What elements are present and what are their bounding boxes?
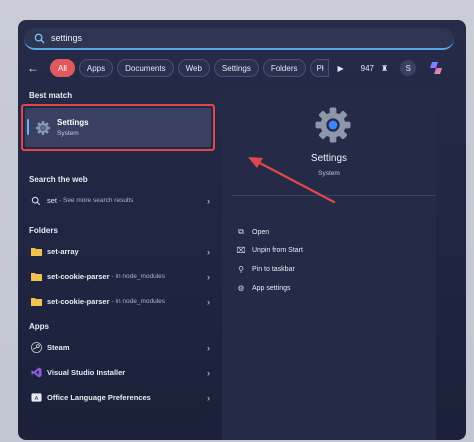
folder-icon — [30, 296, 42, 308]
search-web-heading: Search the web — [29, 175, 88, 184]
search-input[interactable] — [51, 33, 431, 43]
best-match-heading: Best match — [29, 91, 73, 100]
filter-folders[interactable]: Folders — [262, 59, 306, 77]
best-match-sub: System — [57, 130, 79, 137]
copilot-icon[interactable] — [428, 59, 446, 77]
filter-bar: ← All Apps Documents Web Settings Folder… — [24, 58, 456, 78]
open-external-icon: ⧉ — [238, 227, 244, 236]
folders-heading: Folders — [29, 226, 58, 235]
svg-text:A: A — [34, 396, 38, 402]
action-label: App settings — [252, 284, 291, 292]
app-name: Visual Studio Installer — [47, 368, 126, 377]
selection-indicator — [27, 119, 29, 135]
best-match-highlight: Settings System — [21, 104, 215, 151]
action-unpin-from-start[interactable]: ⌧ Unpin from Start — [236, 243, 303, 257]
filter-apps[interactable]: Apps — [78, 59, 114, 77]
chevron-right-icon: › — [207, 271, 210, 282]
visual-studio-icon — [30, 367, 42, 379]
folder-name: set-array — [47, 247, 79, 256]
filter-web[interactable]: Web — [177, 59, 210, 77]
best-match-settings[interactable]: Settings System — [25, 108, 211, 147]
chevron-right-icon: › — [207, 296, 210, 307]
folder-name: set-cookie-parser — [47, 272, 110, 281]
folder-suffix: - in node_modules — [111, 298, 166, 305]
action-app-settings[interactable]: ⚙ App settings — [236, 281, 291, 295]
unpin-icon: ⌧ — [236, 245, 246, 255]
back-button[interactable]: ← — [24, 59, 42, 77]
settings-gear-icon — [315, 107, 351, 143]
action-label: Open — [252, 228, 270, 236]
search-box[interactable] — [24, 28, 454, 50]
folder-row[interactable]: set-cookie-parser - in node_modules › — [18, 289, 216, 314]
gear-icon: ⚙ — [237, 283, 245, 293]
web-term: set — [47, 196, 58, 205]
web-suffix: - See more search results — [59, 197, 134, 204]
search-icon — [30, 195, 42, 207]
search-icon — [34, 33, 45, 43]
folder-row[interactable]: set-cookie-parser - in node_modules › — [18, 264, 216, 289]
steam-icon — [30, 342, 42, 354]
app-name: Steam — [47, 343, 70, 352]
trophy-icon: ♜ — [380, 63, 389, 73]
web-search-row[interactable]: set - See more search results › — [18, 188, 216, 213]
app-name: Office Language Preferences — [47, 393, 151, 402]
app-row-steam[interactable]: Steam › — [18, 335, 216, 360]
filter-photos[interactable]: Pł — [309, 59, 329, 77]
apps-heading: Apps — [29, 322, 49, 331]
folder-row[interactable]: set-array › — [18, 239, 216, 264]
app-row-visual-studio-installer[interactable]: Visual Studio Installer › — [18, 360, 216, 385]
chevron-right-icon: › — [207, 392, 210, 403]
filter-settings[interactable]: Settings — [213, 59, 259, 77]
settings-gear-icon — [36, 120, 50, 135]
avatar[interactable]: S — [400, 60, 417, 76]
filter-all[interactable]: All — [50, 59, 75, 77]
filter-documents[interactable]: Documents — [117, 59, 174, 77]
chevron-right-icon: › — [207, 367, 210, 378]
red-annotation-arrow — [248, 157, 336, 204]
more-filters-button[interactable]: ▶ — [333, 59, 349, 77]
preview-pane: Settings System ⧉ Open ⌧ Unpin from Star… — [222, 88, 436, 440]
folder-suffix: - in node_modules — [111, 273, 166, 280]
pin-icon: ⚲ — [238, 264, 244, 274]
folder-name: set-cookie-parser — [47, 297, 110, 306]
folder-icon — [30, 246, 42, 258]
chevron-right-icon: › — [207, 246, 210, 257]
chevron-right-icon: › — [207, 195, 210, 206]
folder-icon — [30, 271, 42, 283]
app-row-office-language-preferences[interactable]: A Office Language Preferences › — [18, 385, 216, 410]
results-list: Best match Settings System Search the we… — [18, 88, 216, 440]
action-open[interactable]: ⧉ Open — [236, 225, 269, 239]
action-label: Pin to taskbar — [252, 265, 295, 273]
start-search-panel: ← All Apps Documents Web Settings Folder… — [18, 20, 466, 440]
action-pin-to-taskbar[interactable]: ⚲ Pin to taskbar — [236, 262, 295, 276]
office-icon: A — [30, 392, 42, 404]
rewards-count: 947 — [360, 63, 374, 73]
best-match-name: Settings — [57, 118, 89, 127]
chevron-right-icon: › — [207, 342, 210, 353]
action-label: Unpin from Start — [252, 246, 303, 254]
